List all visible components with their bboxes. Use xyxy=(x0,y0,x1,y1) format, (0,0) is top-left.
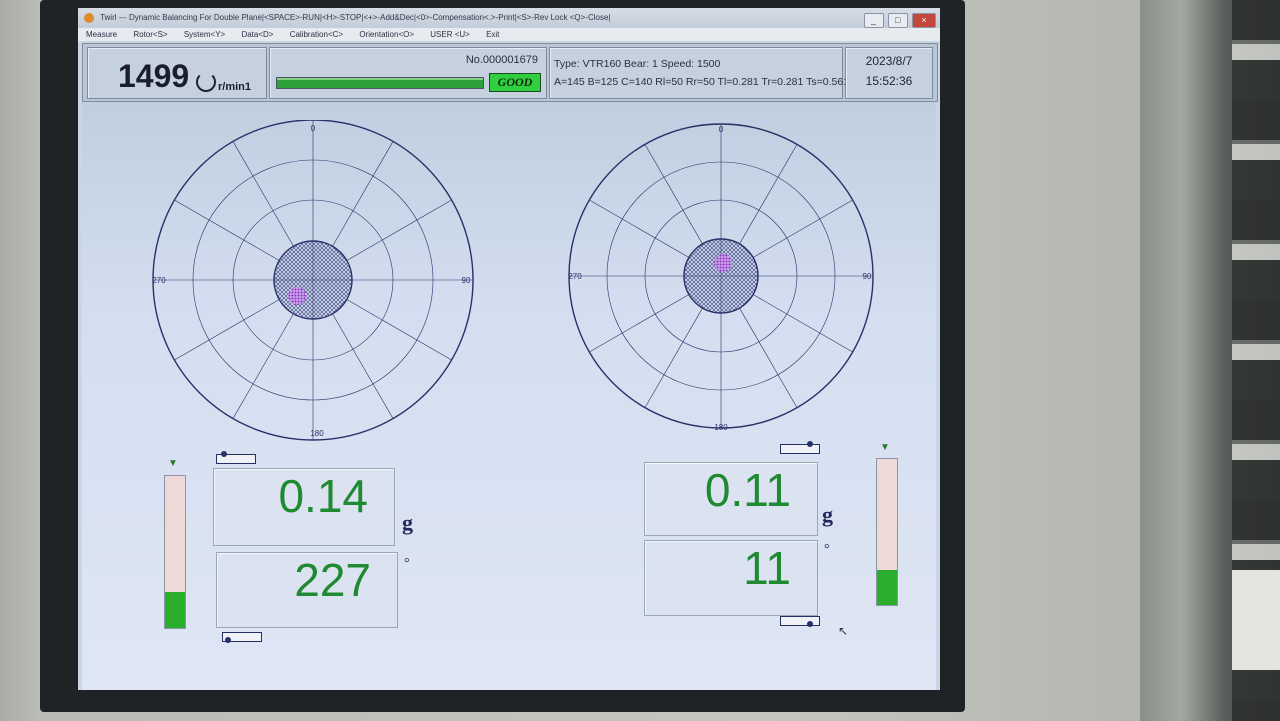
menu-data[interactable]: Data<D> xyxy=(241,30,273,39)
spokes-l-line xyxy=(232,141,294,247)
left-angle-label-180: 180 xyxy=(310,429,324,438)
menu-system[interactable]: System<Y> xyxy=(184,30,225,39)
left-angle-label-270: 270 xyxy=(152,276,166,285)
speed-unit: r/min1 xyxy=(218,81,252,93)
status-badge: GOOD xyxy=(489,73,541,92)
left-angle-value: 227 xyxy=(294,554,371,606)
spokes-l-line xyxy=(346,299,452,361)
menu-rotor[interactable]: Rotor<S> xyxy=(133,30,167,39)
maximize-button[interactable]: □ xyxy=(887,13,908,28)
left-bottom-slider[interactable] xyxy=(222,632,262,643)
rotation-icon xyxy=(196,72,216,92)
right-level-fill xyxy=(877,569,897,605)
left-unbalance-unit: g xyxy=(402,510,413,535)
right-angle-unit: ° xyxy=(824,542,830,557)
date: 2023/8/7 xyxy=(865,54,913,68)
right-level-indicator-icon: ▼ xyxy=(880,442,890,453)
title-bar: Twirl --- Dynamic Balancing For Double P… xyxy=(78,8,940,28)
datetime-panel: 2023/8/7 15:52:36 xyxy=(845,47,933,99)
speed-readout: 1499 xyxy=(118,58,190,94)
right-angle-label-0: 0 xyxy=(719,125,724,134)
right-unbalance-marker xyxy=(714,254,732,272)
spokes-r-line xyxy=(752,294,853,353)
rotor-type-line: Type: VTR160 Bear: 1 Speed: 1500 xyxy=(554,58,721,70)
measurement-area: 0 90 180 270 0 90 180 270 ▼ 0.14 g 227 °… xyxy=(82,102,936,690)
right-top-slider-knob[interactable] xyxy=(807,441,813,447)
rotor-info-panel: Type: VTR160 Bear: 1 Speed: 1500 A=145 B… xyxy=(549,47,849,99)
spokes-l-line xyxy=(232,313,294,419)
left-top-slider-knob[interactable] xyxy=(221,451,227,457)
status-panel: 1499 r/min1 No.000001679 GOOD Type: VTR1… xyxy=(82,43,938,102)
spokes-l-line xyxy=(332,313,394,419)
speed-panel: 1499 r/min1 xyxy=(87,47,267,99)
app-icon xyxy=(84,12,94,23)
left-angle-box: 227 xyxy=(216,552,398,628)
spokes-l-line xyxy=(346,199,452,261)
spokes-r-line xyxy=(644,144,703,245)
minimize-button[interactable]: _ xyxy=(863,13,884,28)
left-angle-label-0: 0 xyxy=(311,124,316,133)
close-button[interactable]: × xyxy=(912,13,936,28)
left-unbalance-marker xyxy=(288,287,306,305)
left-level-fill xyxy=(165,591,185,628)
rotor-params-line: A=145 B=125 C=140 Rl=50 Rr=50 Tl=0.281 T… xyxy=(554,76,849,88)
left-tolerance-zone xyxy=(273,240,353,320)
spokes-l-line xyxy=(332,141,394,247)
right-angle-label-90: 90 xyxy=(863,272,872,281)
left-unbalance-value: 0.14 xyxy=(278,470,368,522)
right-polar-plot: 0 90 180 270 xyxy=(568,123,874,432)
spokes-r-line xyxy=(739,307,798,408)
spokes-r-line xyxy=(752,199,853,258)
menu-measure[interactable]: Measure xyxy=(86,30,117,39)
window-title: Twirl --- Dynamic Balancing For Double P… xyxy=(100,13,611,22)
spokes-r-line xyxy=(589,294,690,353)
right-angle-box: 11 xyxy=(644,540,818,616)
mouse-cursor-icon: ↖ xyxy=(838,624,849,638)
menu-orientation[interactable]: Orientation<O> xyxy=(359,30,414,39)
menu-exit[interactable]: Exit xyxy=(486,30,499,39)
spokes-l-line xyxy=(174,199,280,261)
menu-user[interactable]: USER <U> xyxy=(430,30,470,39)
right-unbalance-unit: g xyxy=(822,502,833,527)
left-angle-label-90: 90 xyxy=(462,276,471,285)
left-bottom-slider-knob[interactable] xyxy=(225,637,231,643)
menu-bar: Measure Rotor<S> System<Y> Data<D> Calib… xyxy=(78,28,940,41)
menu-calibration[interactable]: Calibration<C> xyxy=(290,30,343,39)
spokes-l-line xyxy=(174,299,280,361)
right-bottom-slider-knob[interactable] xyxy=(807,621,813,627)
progress-panel: No.000001679 GOOD xyxy=(269,47,547,99)
right-bottom-slider[interactable] xyxy=(780,616,820,627)
spokes-r-line xyxy=(739,144,798,245)
left-top-slider[interactable] xyxy=(216,451,256,464)
serial-number: No.000001679 xyxy=(465,54,538,66)
left-unbalance-box: 0.14 xyxy=(213,468,395,546)
right-unbalance-box: 0.11 xyxy=(644,462,818,536)
spokes-r-line xyxy=(644,307,703,408)
left-level-indicator-icon: ▼ xyxy=(168,458,178,469)
right-tolerance-zone xyxy=(683,238,759,314)
left-angle-unit: ° xyxy=(404,556,410,571)
right-angle-label-180: 180 xyxy=(714,423,728,432)
right-angle-label-270: 270 xyxy=(568,272,582,281)
measurement-progress-bar xyxy=(276,77,484,89)
right-level-bar xyxy=(876,458,898,606)
spokes-r-line xyxy=(589,199,690,258)
right-unbalance-value: 0.11 xyxy=(704,464,791,516)
right-top-slider[interactable] xyxy=(780,441,820,454)
right-angle-value: 11 xyxy=(743,542,791,594)
left-polar-plot: 0 90 180 270 xyxy=(152,120,474,441)
cabinet-panel xyxy=(1232,570,1280,670)
left-level-bar xyxy=(164,475,186,629)
time: 15:52:36 xyxy=(865,74,913,88)
application-window: Twirl --- Dynamic Balancing For Double P… xyxy=(78,8,940,690)
